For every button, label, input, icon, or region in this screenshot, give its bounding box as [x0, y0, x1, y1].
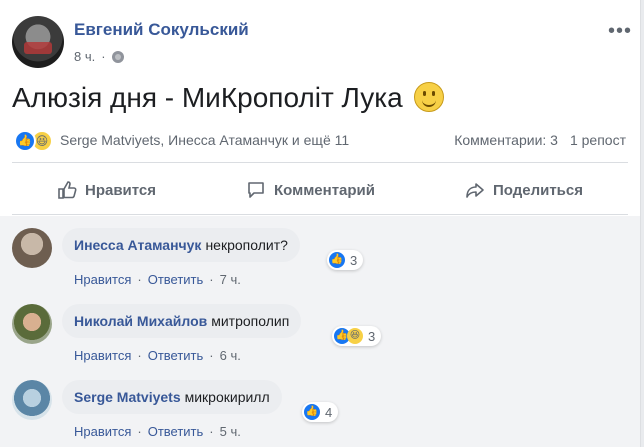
like-button[interactable]: Нравится — [57, 180, 156, 200]
commenter-avatar[interactable] — [12, 380, 52, 420]
comment-button[interactable]: Комментарий — [246, 180, 375, 200]
comment-actions: Нравится · Ответить · 7 ч. — [74, 272, 241, 287]
comment-bubble-icon — [248, 182, 264, 198]
comment-reaction-count: 3 — [368, 328, 376, 344]
share-label: Поделиться — [492, 181, 583, 199]
commenter-avatar[interactable] — [12, 304, 52, 344]
author-avatar[interactable] — [12, 16, 64, 68]
comment-bubble: Инесса Атаманчук некрополит? — [62, 228, 300, 262]
divider — [12, 162, 628, 163]
comment-bubble: Serge Matviyets микрокирилл — [62, 380, 282, 414]
post-time[interactable]: 8 ч. — [74, 49, 95, 64]
post-card: Евгений Сокульский 8 ч. · ••• Алюзія дня… — [0, 0, 641, 447]
comment-reactions[interactable]: 👍 😆 3 — [332, 326, 382, 346]
like-reaction-icon: 👍 — [304, 404, 320, 420]
share-button[interactable]: Поделиться — [465, 180, 583, 200]
shares-count[interactable]: 1 репост — [570, 132, 626, 148]
comment-reply-link[interactable]: Ответить — [148, 272, 204, 287]
commenter-name[interactable]: Serge Matviyets — [74, 389, 181, 405]
comment-text: митрополип — [211, 313, 290, 329]
reaction-names[interactable]: Serge Matviyets, Инесса Атаманчук и ещё … — [60, 132, 349, 148]
comment: Николай Михайлов митрополип 👍 😆 3 Нравит… — [12, 304, 628, 368]
author-name[interactable]: Евгений Сокульский — [74, 20, 249, 40]
comment-time[interactable]: 5 ч. — [220, 424, 241, 439]
comment-like-link[interactable]: Нравится — [74, 272, 131, 287]
comment-reaction-count: 3 — [350, 252, 358, 268]
post-meta: 8 ч. · — [74, 49, 124, 64]
like-label: Нравится — [84, 181, 157, 199]
post-actions: Нравится Комментарий Поделиться — [12, 170, 628, 210]
comment-reply-link[interactable]: Ответить — [148, 348, 204, 363]
reactions-summary: 👍 😆 Serge Matviyets, Инесса Атаманчук и … — [12, 128, 632, 152]
post-header: Евгений Сокульский 8 ч. · ••• — [12, 12, 632, 72]
commenter-name[interactable]: Николай Михайлов — [74, 313, 207, 329]
haha-reaction-icon: 😆 — [347, 328, 363, 344]
comment-reactions[interactable]: 👍 3 — [327, 250, 364, 270]
comment-text: некрополит? — [205, 237, 288, 253]
comment-label: Комментарий — [273, 181, 375, 199]
post-text-content: Алюзія дня - МиКрополіт Лука — [12, 82, 403, 113]
share-arrow-icon — [466, 183, 484, 198]
comment-text: микрокирилл — [184, 389, 270, 405]
comment-actions: Нравится · Ответить · 6 ч. — [74, 348, 241, 363]
commenter-name[interactable]: Инесса Атаманчук — [74, 237, 201, 253]
comment-time[interactable]: 7 ч. — [220, 272, 241, 287]
comments-count[interactable]: Комментарии: 3 — [454, 132, 558, 148]
divider — [12, 214, 628, 215]
comment-reactions[interactable]: 👍 4 — [302, 402, 339, 422]
comment-reaction-count: 4 — [325, 404, 333, 420]
comment: Инесса Атаманчук некрополит? 👍 3 Нравитс… — [12, 228, 628, 292]
post-text: Алюзія дня - МиКрополіт Лука — [12, 82, 445, 114]
more-options-icon[interactable]: ••• — [608, 20, 632, 43]
comment-reply-link[interactable]: Ответить — [148, 424, 204, 439]
comment-like-link[interactable]: Нравится — [74, 348, 131, 363]
comment-actions: Нравится · Ответить · 5 ч. — [74, 424, 241, 439]
like-reaction-icon: 👍 — [329, 252, 345, 268]
comment-bubble: Николай Михайлов митрополип — [62, 304, 302, 338]
comment-like-link[interactable]: Нравится — [74, 424, 131, 439]
smile-emoji-icon — [414, 82, 445, 112]
commenter-avatar[interactable] — [12, 228, 52, 268]
thumbs-up-icon — [58, 181, 77, 199]
post-counts: Комментарии: 3 1 репост — [454, 132, 626, 148]
comment: Serge Matviyets микрокирилл 👍 4 Нравится… — [12, 380, 628, 444]
like-reaction-icon: 👍 — [14, 130, 36, 152]
comments-section: Инесса Атаманчук некрополит? 👍 3 Нравитс… — [0, 216, 640, 447]
comment-time[interactable]: 6 ч. — [220, 348, 241, 363]
globe-icon — [111, 50, 124, 63]
reaction-icons[interactable]: 👍 😆 — [14, 130, 53, 152]
